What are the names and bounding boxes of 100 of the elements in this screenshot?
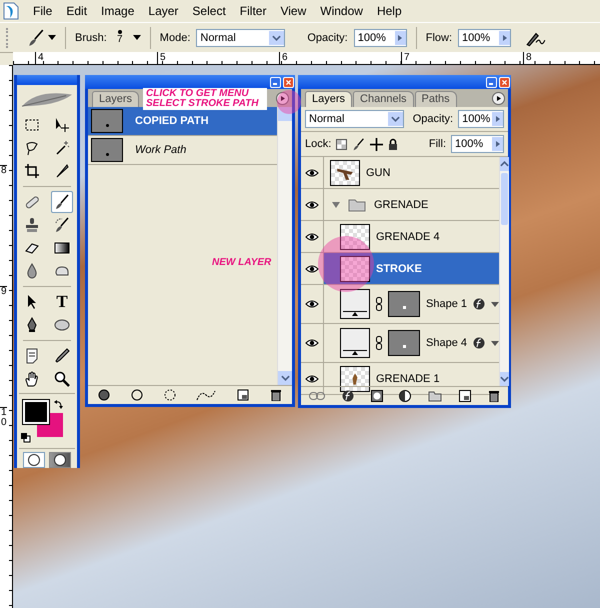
layer-row[interactable]: Shape 4 <box>301 324 499 363</box>
chevron-down-icon <box>390 116 400 122</box>
mode-dropdown[interactable]: Normal <box>196 28 286 46</box>
minimize-button[interactable] <box>486 76 497 88</box>
path-row[interactable]: COPIED PATH <box>88 107 277 136</box>
move-cross-icon[interactable] <box>370 138 384 150</box>
menu-item[interactable]: Select <box>192 4 226 18</box>
layer-name: GRENADE 4 <box>376 230 440 242</box>
menu-item[interactable]: Window <box>320 4 363 18</box>
path-curve-icon[interactable] <box>196 389 216 401</box>
shape-thumbnail <box>340 289 370 319</box>
trash-icon[interactable] <box>488 390 500 402</box>
opacity-field[interactable]: 100% <box>354 28 407 46</box>
standard-mode-button[interactable] <box>23 452 45 468</box>
checker-square-icon[interactable] <box>336 138 348 150</box>
circle-outline-icon[interactable] <box>130 389 143 401</box>
layer-name: STROKE <box>376 262 422 274</box>
panel-tab[interactable]: Layers <box>92 91 140 107</box>
panel-tab[interactable]: Paths <box>414 91 457 107</box>
chain-link-icon <box>376 297 382 311</box>
ruler-number: 8 <box>523 52 600 64</box>
folder-icon <box>348 198 366 212</box>
gradient-icon <box>54 240 70 256</box>
highlight-circle <box>277 90 301 114</box>
arrow-right-icon <box>502 34 507 40</box>
brush-tool-button[interactable] <box>51 191 73 214</box>
fx-icon <box>472 337 485 349</box>
ruler-number: 5 <box>157 52 279 64</box>
new-layer-icon[interactable] <box>458 390 471 402</box>
layer-name: GRENADE <box>374 198 428 210</box>
trash-icon[interactable] <box>270 389 282 401</box>
menu-item[interactable]: Help <box>376 4 402 18</box>
path-row[interactable]: Work Path <box>88 136 277 165</box>
chevron-down-icon <box>280 375 290 381</box>
scroll-thumb[interactable] <box>500 173 508 225</box>
minimize-button[interactable] <box>270 76 281 88</box>
dotted-circle-icon[interactable] <box>164 389 176 401</box>
menu-item[interactable]: Image <box>101 4 134 18</box>
zoom-icon <box>54 371 70 388</box>
annotation-text: NEW LAYER <box>212 258 272 268</box>
disclosure-triangle-icon[interactable] <box>332 200 340 208</box>
menu-item[interactable]: Edit <box>66 4 88 18</box>
chain-link-icon[interactable] <box>309 392 326 400</box>
opacity-label: Opacity: <box>307 32 348 44</box>
ruler-number: 4 <box>35 52 157 64</box>
ruler-number: 6 <box>279 52 401 64</box>
chevron-down-icon <box>272 34 282 40</box>
lasso-icon <box>24 140 40 156</box>
close-button[interactable] <box>283 76 294 88</box>
arrow-right-icon <box>496 116 500 122</box>
half-circle-icon[interactable] <box>399 390 412 402</box>
ruler-number: 9 <box>0 286 7 407</box>
note-icon <box>24 348 40 364</box>
flow-label: Flow: <box>426 32 452 44</box>
scrollbar[interactable] <box>277 107 292 385</box>
menu-item[interactable]: File <box>33 4 52 18</box>
caret-icon[interactable] <box>132 35 141 40</box>
scrollbar[interactable] <box>498 157 509 386</box>
layer-row[interactable]: GUN <box>301 157 499 189</box>
mode-label: Mode: <box>160 32 190 44</box>
default-colors-icon[interactable] <box>21 433 31 443</box>
fill-field[interactable]: 100% <box>451 135 504 153</box>
mask-icon[interactable] <box>370 390 383 402</box>
brush-icon[interactable] <box>352 138 366 150</box>
panel-menu-button[interactable] <box>276 92 289 105</box>
menu-item[interactable]: View <box>280 4 306 18</box>
opacity-label: Opacity: <box>412 113 454 125</box>
panel-tab[interactable]: Channels <box>353 91 414 107</box>
highlight-circle <box>318 236 374 292</box>
visibility-toggle[interactable] <box>301 253 324 284</box>
fx-icon <box>472 298 485 310</box>
tool-preset-picker[interactable] <box>27 28 56 46</box>
ruler-number: 8 <box>0 165 7 286</box>
menu-item[interactable]: Filter <box>240 4 266 18</box>
title-bar <box>17 75 77 85</box>
fx-icon[interactable] <box>342 390 354 402</box>
knife-icon <box>54 163 70 180</box>
quick-mask-button[interactable] <box>49 452 71 468</box>
type-tool-button[interactable]: T <box>51 291 73 314</box>
panel-menu-button[interactable] <box>492 92 505 105</box>
opacity-field[interactable]: 100% <box>458 110 504 128</box>
caret-icon[interactable] <box>490 340 499 346</box>
filled-circle-icon[interactable] <box>98 389 110 401</box>
close-button[interactable] <box>499 76 510 88</box>
figure-icon <box>351 372 359 386</box>
padlock-icon[interactable] <box>388 138 398 150</box>
arrow-right-icon <box>398 34 402 40</box>
brush-picker[interactable]: 7 <box>112 30 127 45</box>
layer-row[interactable]: STROKE <box>301 253 499 285</box>
layer-row[interactable]: Shape 1 <box>301 285 499 324</box>
folder-icon[interactable] <box>428 390 442 402</box>
swap-arrows-icon[interactable] <box>54 399 64 409</box>
blend-mode-dropdown[interactable]: Normal <box>305 110 404 128</box>
panel-tab[interactable]: Layers <box>305 91 352 107</box>
menu-item[interactable]: Layer <box>148 4 178 18</box>
new-path-icon[interactable] <box>236 389 249 401</box>
foreground-color-swatch[interactable] <box>23 400 49 424</box>
caret-icon[interactable] <box>490 302 499 306</box>
lock-label: Lock: <box>305 138 332 150</box>
flow-field[interactable]: 100% <box>458 28 512 46</box>
